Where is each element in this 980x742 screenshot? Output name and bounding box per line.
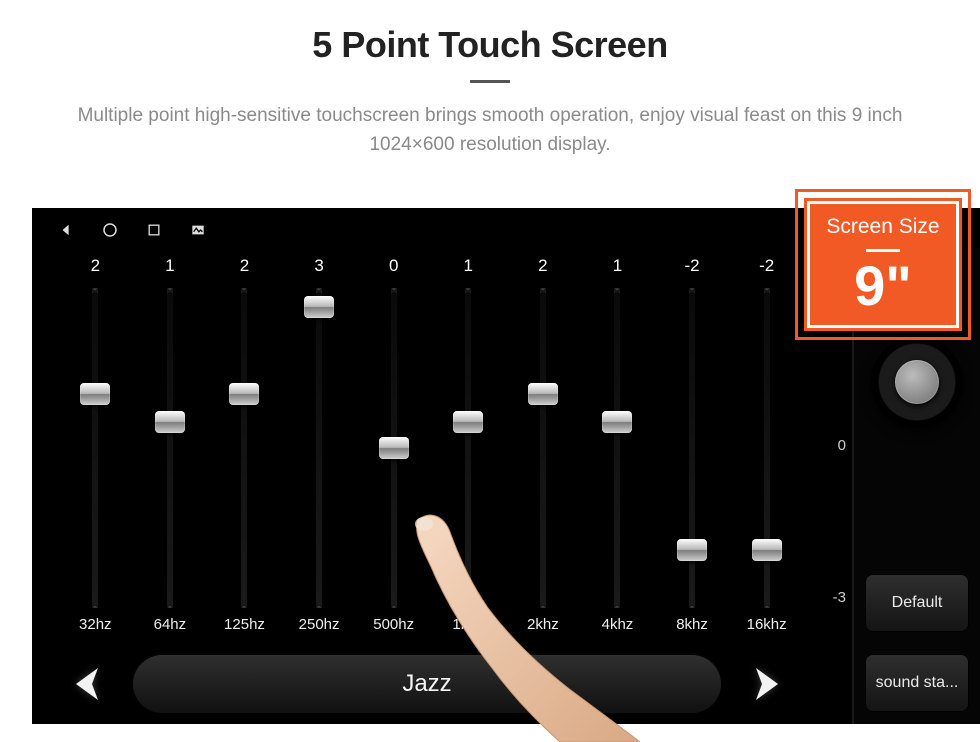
eq-band-value: 1 [165,256,174,284]
eq-slider[interactable] [159,288,181,608]
eq-slider[interactable] [457,288,479,608]
eq-slider-thumb[interactable] [677,539,707,561]
eq-band: 1 1khz [431,256,506,638]
eq-band-freq: 125hz [224,616,265,638]
eq-slider[interactable] [84,288,106,608]
preset-label: Jazz [402,670,451,698]
home-icon[interactable] [102,222,118,238]
eq-band-freq: 500hz [373,616,414,638]
eq-slider[interactable] [606,288,628,608]
eq-slider-thumb[interactable] [379,437,409,459]
eq-band: 0 500hz [356,256,431,638]
eq-band: 1 4khz [580,256,655,638]
eq-band-freq: 250hz [299,616,340,638]
eq-slider[interactable] [233,288,255,608]
title-divider [470,80,510,83]
gallery-icon[interactable] [190,222,206,238]
eq-band-freq: 32hz [79,616,112,638]
default-button-label: Default [892,594,943,612]
eq-band: 2 32hz [58,256,133,638]
eq-slider-thumb[interactable] [80,383,110,405]
eq-band-value: 2 [538,256,547,284]
recent-apps-icon[interactable] [146,222,162,238]
page-title: 5 Point Touch Screen [0,24,980,66]
eq-slider-thumb[interactable] [752,539,782,561]
badge-label: Screen Size [807,215,959,239]
eq-band: -2 8khz [655,256,730,638]
eq-slider-thumb[interactable] [453,411,483,433]
screen-size-badge: Screen Size 9" [804,198,962,331]
eq-band: 1 64hz [133,256,208,638]
eq-band-value: -2 [684,256,699,284]
eq-band-freq: 64hz [154,616,187,638]
scale-mid: 0 [838,437,846,454]
eq-band-value: 2 [91,256,100,284]
badge-value: 9" [807,258,959,314]
eq-band-freq: 4khz [602,616,634,638]
equalizer-panel: 2 32hz 1 64hz 2 125hz 3 250hz 0 500hz 1 1khz 2 2khz 1 4… [32,248,816,724]
eq-band: 2 125hz [207,256,282,638]
back-icon[interactable] [58,222,74,238]
scale-min: -3 [833,589,846,606]
eq-slider-thumb[interactable] [304,296,334,318]
eq-band-value: 0 [389,256,398,284]
page-subtitle: Multiple point high-sensitive touchscree… [0,101,980,160]
eq-band-value: 1 [613,256,622,284]
eq-slider[interactable] [681,288,703,608]
dial-knob [895,360,939,404]
eq-band-freq: 8khz [676,616,708,638]
eq-band-value: 2 [240,256,249,284]
badge-divider [866,249,900,252]
eq-band-value: 1 [464,256,473,284]
eq-band-freq: 2khz [527,616,559,638]
eq-slider-thumb[interactable] [602,411,632,433]
eq-band: -2 16khz [729,256,804,638]
eq-band-value: 3 [314,256,323,284]
eq-slider-thumb[interactable] [229,383,259,405]
eq-slider-thumb[interactable] [528,383,558,405]
volume-dial[interactable] [871,336,963,428]
preset-next-button[interactable] [740,658,792,710]
eq-band-value: -2 [759,256,774,284]
eq-band-freq: 1khz [452,616,484,638]
default-button[interactable]: Default [865,574,969,632]
eq-band: 3 250hz [282,256,357,638]
sound-stage-button-label: sound sta... [876,674,959,692]
eq-band-freq: 16khz [747,616,787,638]
eq-slider[interactable] [532,288,554,608]
preset-prev-button[interactable] [62,658,114,710]
eq-slider[interactable] [308,288,330,608]
eq-band: 2 2khz [506,256,581,638]
eq-slider-thumb[interactable] [155,411,185,433]
eq-slider[interactable] [756,288,778,608]
preset-display[interactable]: Jazz [132,654,722,714]
sound-stage-button[interactable]: sound sta... [865,654,969,712]
eq-slider[interactable] [383,288,405,608]
